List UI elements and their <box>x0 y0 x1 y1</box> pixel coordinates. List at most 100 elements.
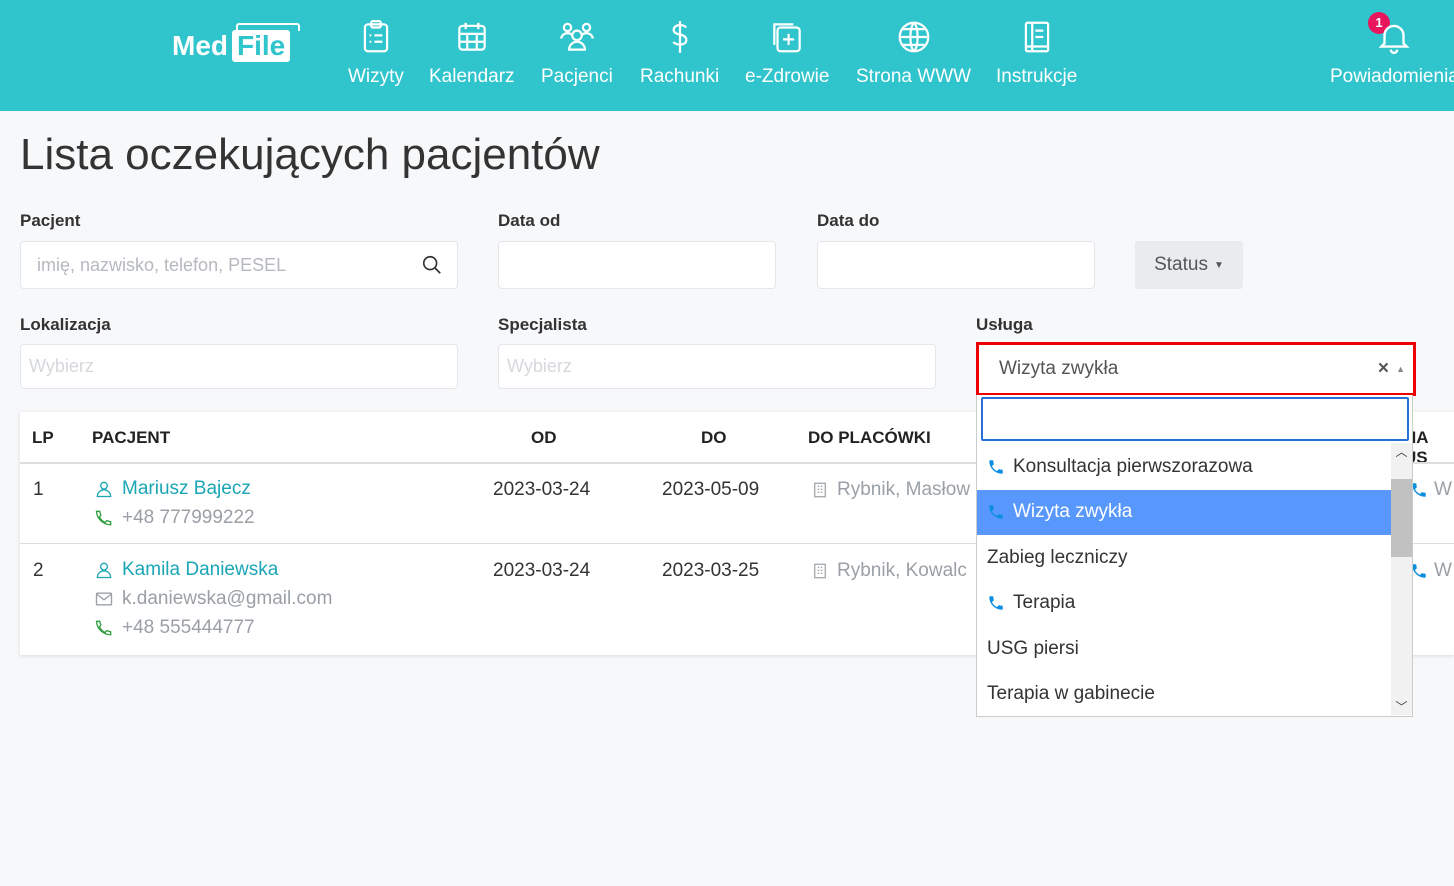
row-to: 2023-03-25 <box>662 560 760 581</box>
service-option[interactable]: Zabieg leczniczy <box>977 535 1392 580</box>
patient-phone: +48 777999222 <box>122 506 255 528</box>
caret-up-icon: ▲ <box>1396 364 1405 374</box>
nav-label: Instrukcje <box>996 66 1078 87</box>
service-label: Usługa <box>976 315 1033 334</box>
logo-med: Med <box>172 30 228 61</box>
phone-icon <box>989 459 1003 474</box>
location-label: Lokalizacja <box>20 315 111 334</box>
option-label: Wizyta zwykła <box>1013 501 1133 522</box>
option-label: USG piersi <box>987 637 1079 659</box>
patient-label: Pacjent <box>20 211 81 230</box>
row-to: 2023-05-09 <box>662 479 760 500</box>
building-icon <box>814 563 826 579</box>
patient-name: Kamila Daniewska <box>122 558 279 580</box>
date-to-input[interactable] <box>817 241 1095 289</box>
building-icon <box>814 482 826 498</box>
clear-icon[interactable]: × <box>1378 358 1389 380</box>
status-label: Status <box>1154 254 1208 275</box>
service-select[interactable]: Wizyta zwykła × ▲ <box>976 342 1416 396</box>
clipboard-icon <box>363 20 389 53</box>
calendar-icon <box>458 22 486 51</box>
medfile-logo[interactable]: Med File <box>172 23 301 62</box>
nav-wizyty[interactable]: Wizyty <box>348 18 404 88</box>
nav-notifications[interactable]: Powiadomienia <box>1330 18 1454 88</box>
location-select[interactable]: Wybierz <box>20 344 458 389</box>
option-label: Terapia w gabinecie <box>987 683 1155 704</box>
nav-strona-www[interactable]: Strona WWW <box>856 18 971 88</box>
patient-email: k.daniewska@gmail.com <box>122 587 333 609</box>
row-service: W <box>1434 560 1452 581</box>
service-option[interactable]: Terapia <box>977 581 1392 626</box>
service-option[interactable]: USG piersi <box>977 626 1392 671</box>
date-from-label: Data od <box>498 211 561 230</box>
book-icon <box>1024 21 1049 53</box>
specialist-placeholder: Wybierz <box>507 356 572 376</box>
medical-plus-icon <box>773 23 802 53</box>
col-place: DO PLACÓWKI <box>808 428 931 447</box>
scroll-thumb[interactable] <box>1391 479 1412 557</box>
service-selected-value: Wizyta zwykła <box>999 358 1119 379</box>
service-dropdown: Konsultacja pierwszorazowa Wizyta zwykła Z… <box>976 395 1413 717</box>
location-placeholder: Wybierz <box>29 356 94 376</box>
patient-name: Mariusz Bajecz <box>122 477 251 499</box>
phone-outline-icon <box>95 510 112 525</box>
scroll-down-icon[interactable]: ﹀ <box>1391 698 1412 715</box>
row-lp: 1 <box>33 479 44 500</box>
nav-label: Pacjenci <box>541 66 613 87</box>
nav-label: e-Zdrowie <box>745 66 830 87</box>
col-from: OD <box>531 428 557 447</box>
patient-search-input[interactable]: imię, nazwisko, telefon, PESEL <box>20 241 458 289</box>
nav-pacjenci[interactable]: Pacjenci <box>541 18 613 88</box>
patient-phone: +48 555444777 <box>122 616 255 638</box>
option-label: Konsultacja pierwszorazowa <box>1013 455 1253 477</box>
patient-placeholder: imię, nazwisko, telefon, PESEL <box>37 254 287 275</box>
service-search-input[interactable] <box>981 397 1409 441</box>
dollar-icon <box>672 21 688 53</box>
search-icon[interactable] <box>421 254 443 276</box>
top-nav-bar: Med File Wizyty Kalendarz Pacjenci Rachunki e… <box>0 0 1454 111</box>
row-place: Rybnik, Kowalc <box>837 560 967 581</box>
nav-label: Strona WWW <box>856 66 972 87</box>
date-from-input[interactable] <box>498 241 776 289</box>
row-from: 2023-03-24 <box>493 479 591 500</box>
patient-name-link[interactable]: Kamila Daniewska <box>94 555 332 584</box>
row-from: 2023-03-24 <box>493 560 591 581</box>
service-option[interactable]: Wizyta zwykła <box>977 489 1392 535</box>
patient-name-link[interactable]: Mariusz Bajecz <box>94 474 255 503</box>
row-place: Rybnik, Masłow <box>837 479 971 500</box>
envelope-icon <box>95 592 113 605</box>
col-patient: PACJENT <box>92 428 171 447</box>
nav-label: Powiadomienia <box>1330 66 1454 87</box>
row-lp: 2 <box>33 560 44 581</box>
bell-icon <box>1378 24 1410 54</box>
date-to-label: Data do <box>817 211 880 230</box>
phone-outline-icon <box>95 620 112 635</box>
nav-label: Kalendarz <box>429 66 515 87</box>
specialist-select[interactable]: Wybierz <box>498 344 936 389</box>
service-option[interactable]: Konsultacja pierwszorazowa <box>977 444 1392 489</box>
user-icon <box>96 481 112 497</box>
row-service: W <box>1434 479 1452 500</box>
nav-e-zdrowie[interactable]: e-Zdrowie <box>745 18 829 88</box>
phone-icon <box>989 596 1003 610</box>
col-to: DO <box>701 428 727 447</box>
dropdown-scrollbar[interactable]: ︿ ﹀ <box>1391 443 1412 715</box>
nav-rachunki[interactable]: Rachunki <box>640 18 719 88</box>
nav-kalendarz[interactable]: Kalendarz <box>429 18 515 88</box>
specialist-label: Specjalista <box>498 315 587 334</box>
users-icon <box>559 22 594 51</box>
option-label: Terapia <box>1013 592 1076 613</box>
phone-icon <box>989 505 1003 519</box>
nav-instrukcje[interactable]: Instrukcje <box>996 18 1077 88</box>
globe-icon <box>898 21 929 53</box>
option-label: Zabieg leczniczy <box>987 546 1128 568</box>
service-option[interactable]: Terapia w gabinecie <box>977 672 1392 717</box>
col-lp: LP <box>32 428 54 447</box>
nav-label: Wizyty <box>348 66 404 87</box>
status-dropdown-button[interactable]: Status ▼ <box>1135 241 1243 289</box>
caret-down-icon: ▼ <box>1213 259 1224 271</box>
nav-label: Rachunki <box>640 66 720 87</box>
logo-file: File <box>232 23 301 62</box>
page-title: Lista oczekujących pacjentów <box>20 130 600 179</box>
scroll-up-icon[interactable]: ︿ <box>1391 443 1412 460</box>
